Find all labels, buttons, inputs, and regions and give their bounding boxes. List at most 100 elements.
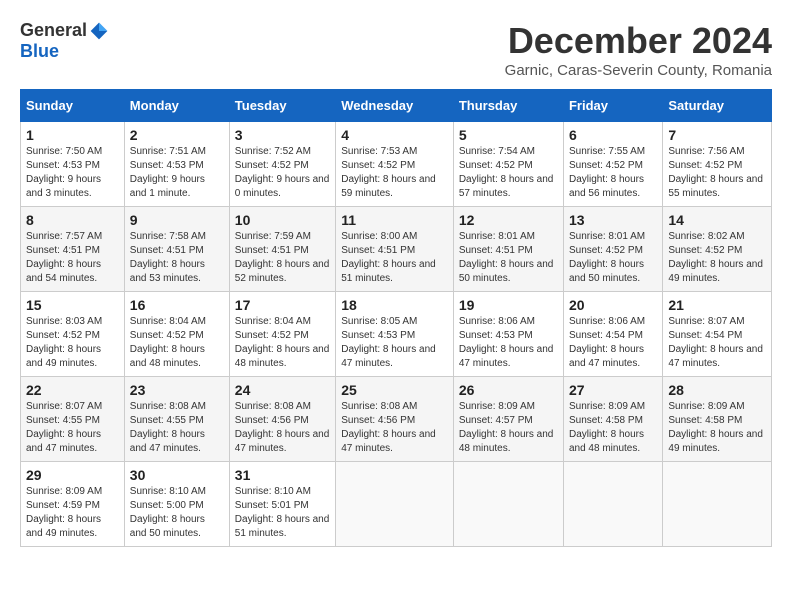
day-header-thursday: Thursday [453,90,563,122]
calendar-week-row: 1 Sunrise: 7:50 AMSunset: 4:53 PMDaylight… [21,122,772,207]
calendar-week-row: 15 Sunrise: 8:03 AMSunset: 4:52 PMDayligh… [21,292,772,377]
calendar-title: December 2024 [505,20,772,62]
day-info: Sunrise: 7:54 AMSunset: 4:52 PMDaylight:… [459,145,558,201]
day-info: Sunrise: 7:56 AMSunset: 4:52 PMDaylight:… [668,145,766,201]
day-info: Sunrise: 8:02 AMSunset: 4:52 PMDaylight:… [668,230,766,286]
calendar-cell: 2 Sunrise: 7:51 AMSunset: 4:53 PMDaylight… [124,122,229,207]
day-info: Sunrise: 8:03 AMSunset: 4:52 PMDaylight:… [26,315,119,371]
calendar-cell: 25Sunrise: 8:08 AMSunset: 4:56 PMDayligh… [336,377,454,462]
day-number: 3 [235,127,330,143]
day-info: Sunrise: 7:51 AMSunset: 4:53 PMDaylight:… [130,145,224,201]
day-header-friday: Friday [563,90,662,122]
calendar-cell: 27 Sunrise: 8:09 AMSunset: 4:58 PMDayligh… [563,377,662,462]
day-number: 24 [235,382,330,398]
calendar-cell: 1 Sunrise: 7:50 AMSunset: 4:53 PMDaylight… [21,122,125,207]
calendar-cell [336,462,454,547]
day-number: 28 [668,382,766,398]
calendar-cell: 12 Sunrise: 8:01 AMSunset: 4:51 PMDayligh… [453,207,563,292]
day-number: 25 [341,382,448,398]
calendar-cell: 5Sunrise: 7:54 AMSunset: 4:52 PMDaylight… [453,122,563,207]
day-number: 31 [235,467,330,483]
calendar-cell: 11 Sunrise: 8:00 AMSunset: 4:51 PMDayligh… [336,207,454,292]
day-number: 1 [26,127,119,143]
calendar-cell: 24 Sunrise: 8:08 AMSunset: 4:56 PMDayligh… [229,377,335,462]
day-info: Sunrise: 7:59 AMSunset: 4:51 PMDaylight:… [235,230,330,286]
day-number: 9 [130,212,224,228]
day-number: 6 [569,127,657,143]
calendar-cell: 20 Sunrise: 8:06 AMSunset: 4:54 PMDayligh… [563,292,662,377]
day-info: Sunrise: 8:09 AMSunset: 4:58 PMDaylight:… [668,400,766,456]
day-info: Sunrise: 8:00 AMSunset: 4:51 PMDaylight:… [341,230,448,286]
day-number: 14 [668,212,766,228]
day-number: 22 [26,382,119,398]
day-header-wednesday: Wednesday [336,90,454,122]
day-info: Sunrise: 8:01 AMSunset: 4:51 PMDaylight:… [459,230,558,286]
day-number: 19 [459,297,558,313]
calendar-table: SundayMondayTuesdayWednesdayThursdayFrid… [20,89,772,547]
calendar-cell: 13Sunrise: 8:01 AMSunset: 4:52 PMDayligh… [563,207,662,292]
calendar-cell: 26 Sunrise: 8:09 AMSunset: 4:57 PMDayligh… [453,377,563,462]
day-number: 26 [459,382,558,398]
logo-blue-text: Blue [20,41,59,62]
day-info: Sunrise: 8:04 AMSunset: 4:52 PMDaylight:… [130,315,224,371]
day-header-monday: Monday [124,90,229,122]
calendar-cell [663,462,772,547]
day-info: Sunrise: 7:50 AMSunset: 4:53 PMDaylight:… [26,145,119,201]
calendar-cell: 8Sunrise: 7:57 AMSunset: 4:51 PMDaylight… [21,207,125,292]
calendar-cell: 16 Sunrise: 8:04 AMSunset: 4:52 PMDayligh… [124,292,229,377]
day-number: 29 [26,467,119,483]
day-number: 11 [341,212,448,228]
calendar-cell: 15 Sunrise: 8:03 AMSunset: 4:52 PMDayligh… [21,292,125,377]
logo-icon [89,21,109,41]
calendar-week-row: 8Sunrise: 7:57 AMSunset: 4:51 PMDaylight… [21,207,772,292]
day-number: 10 [235,212,330,228]
day-number: 17 [235,297,330,313]
day-info: Sunrise: 7:58 AMSunset: 4:51 PMDaylight:… [130,230,224,286]
calendar-cell: 9 Sunrise: 7:58 AMSunset: 4:51 PMDaylight… [124,207,229,292]
day-number: 20 [569,297,657,313]
day-info: Sunrise: 7:55 AMSunset: 4:52 PMDaylight:… [569,145,657,201]
calendar-week-row: 29Sunrise: 8:09 AMSunset: 4:59 PMDayligh… [21,462,772,547]
day-header-saturday: Saturday [663,90,772,122]
day-number: 13 [569,212,657,228]
day-info: Sunrise: 7:52 AMSunset: 4:52 PMDaylight:… [235,145,330,201]
calendar-cell: 14 Sunrise: 8:02 AMSunset: 4:52 PMDayligh… [663,207,772,292]
day-number: 4 [341,127,448,143]
calendar-cell: 22 Sunrise: 8:07 AMSunset: 4:55 PMDayligh… [21,377,125,462]
day-info: Sunrise: 8:08 AMSunset: 4:55 PMDaylight:… [130,400,224,456]
day-info: Sunrise: 8:07 AMSunset: 4:54 PMDaylight:… [668,315,766,371]
day-number: 12 [459,212,558,228]
day-number: 16 [130,297,224,313]
day-info: Sunrise: 8:04 AMSunset: 4:52 PMDaylight:… [235,315,330,371]
day-info: Sunrise: 8:09 AMSunset: 4:58 PMDaylight:… [569,400,657,456]
logo: General Blue [20,20,109,62]
day-info: Sunrise: 7:57 AMSunset: 4:51 PMDaylight:… [26,230,119,286]
day-info: Sunrise: 8:05 AMSunset: 4:53 PMDaylight:… [341,315,448,371]
calendar-cell: 7Sunrise: 7:56 AMSunset: 4:52 PMDaylight… [663,122,772,207]
day-number: 15 [26,297,119,313]
day-info: Sunrise: 8:07 AMSunset: 4:55 PMDaylight:… [26,400,119,456]
calendar-cell: 4Sunrise: 7:53 AMSunset: 4:52 PMDaylight… [336,122,454,207]
day-info: Sunrise: 8:08 AMSunset: 4:56 PMDaylight:… [235,400,330,456]
calendar-cell: 3 Sunrise: 7:52 AMSunset: 4:52 PMDaylight… [229,122,335,207]
calendar-cell: 30 Sunrise: 8:10 AMSunset: 5:00 PMDayligh… [124,462,229,547]
calendar-cell: 18Sunrise: 8:05 AMSunset: 4:53 PMDayligh… [336,292,454,377]
day-info: Sunrise: 8:06 AMSunset: 4:54 PMDaylight:… [569,315,657,371]
day-info: Sunrise: 8:06 AMSunset: 4:53 PMDaylight:… [459,315,558,371]
calendar-week-row: 22 Sunrise: 8:07 AMSunset: 4:55 PMDayligh… [21,377,772,462]
logo-general-text: General [20,20,87,41]
day-number: 2 [130,127,224,143]
calendar-cell: 6 Sunrise: 7:55 AMSunset: 4:52 PMDaylight… [563,122,662,207]
calendar-cell: 28 Sunrise: 8:09 AMSunset: 4:58 PMDayligh… [663,377,772,462]
day-info: Sunrise: 8:10 AMSunset: 5:00 PMDaylight:… [130,485,224,541]
calendar-cell [453,462,563,547]
day-info: Sunrise: 8:10 AMSunset: 5:01 PMDaylight:… [235,485,330,541]
day-number: 23 [130,382,224,398]
day-header-tuesday: Tuesday [229,90,335,122]
calendar-header-row: SundayMondayTuesdayWednesdayThursdayFrid… [21,90,772,122]
calendar-header: General Blue December 2024 Garnic, Caras… [20,20,772,79]
calendar-cell: 23 Sunrise: 8:08 AMSunset: 4:55 PMDayligh… [124,377,229,462]
day-info: Sunrise: 8:09 AMSunset: 4:57 PMDaylight:… [459,400,558,456]
day-number: 27 [569,382,657,398]
day-number: 30 [130,467,224,483]
